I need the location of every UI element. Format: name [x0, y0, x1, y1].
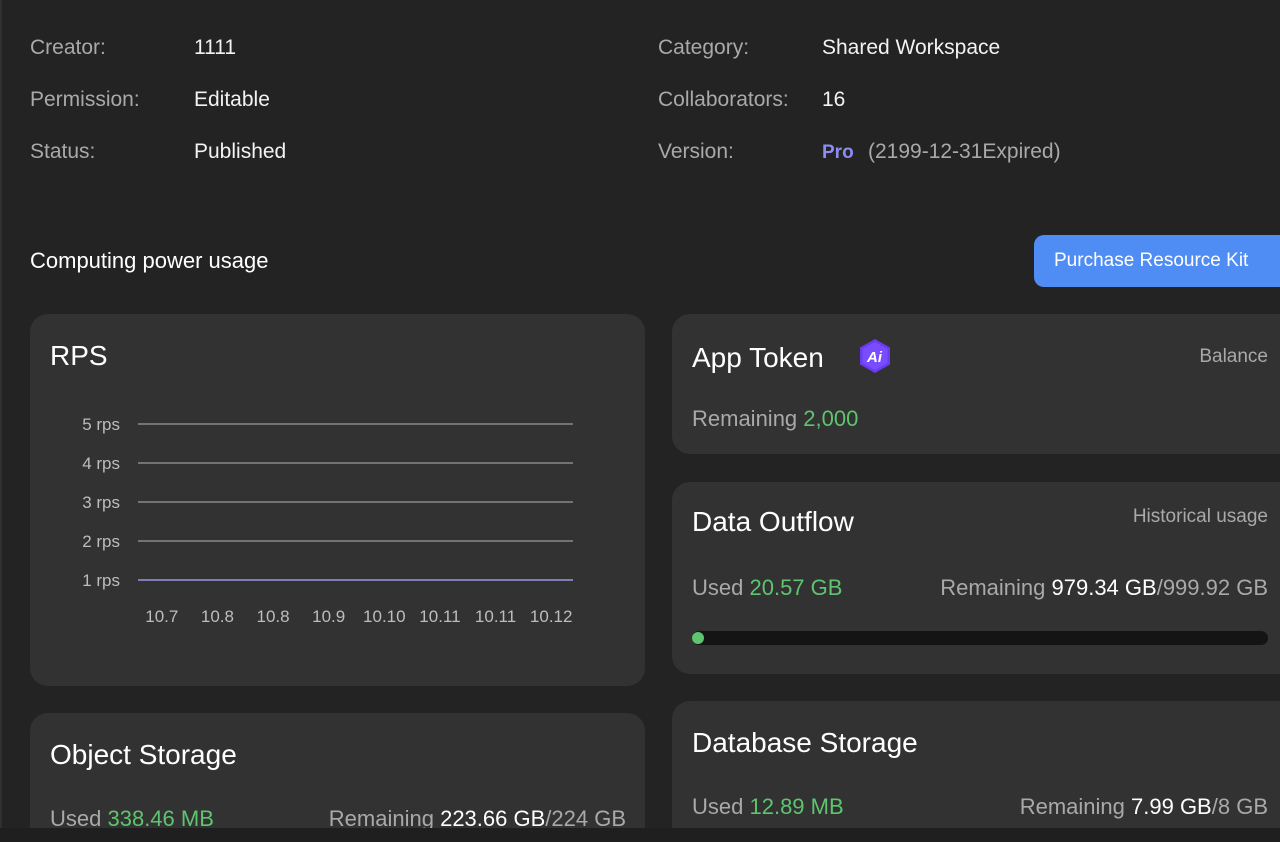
data-outflow-used: Used 20.57 GB: [692, 575, 842, 601]
progress-fill: [692, 632, 704, 644]
collaborators-value: 16: [822, 88, 846, 111]
app-token-title: App Token: [692, 342, 824, 373]
used-label: Used: [692, 794, 744, 819]
y-tick-label: 3 rps: [82, 493, 120, 512]
used-value: 20.57 GB: [749, 575, 843, 600]
data-outflow-card: Data Outflow Historical usage Used 20.57…: [672, 482, 1280, 674]
remaining-value: 7.99 GB: [1131, 794, 1212, 819]
version-expiry: (2199-12-31Expired): [868, 140, 1061, 163]
balance-link[interactable]: Balance: [1199, 346, 1268, 368]
historical-usage-link[interactable]: Historical usage: [1133, 506, 1268, 528]
category-label: Category:: [658, 36, 750, 59]
object-storage-remaining: Remaining 223.66 GB/224 GB: [329, 806, 626, 828]
object-storage-title: Object Storage: [50, 739, 237, 770]
x-tick-label: 10.12: [530, 607, 573, 626]
ai-icon: Ai: [860, 339, 890, 373]
used-value: 12.89 MB: [749, 794, 844, 819]
used-value: 338.46 MB: [107, 806, 214, 828]
creator-value: 1111: [194, 36, 237, 59]
database-storage-card: Database Storage Used 12.89 MB Remaining…: [672, 701, 1280, 828]
total-value: 999.92 GB: [1162, 575, 1268, 600]
total-value: 224 GB: [551, 806, 626, 828]
remaining-value: 223.66 GB: [440, 806, 546, 828]
x-tick-label: 10.11: [475, 607, 516, 626]
y-tick-label: 2 rps: [82, 532, 120, 551]
workspace-details-panel: Creator: 1111 Permission: Editable Statu…: [0, 0, 1280, 828]
version-label: Version:: [658, 140, 734, 163]
collaborators-label: Collaborators:: [658, 88, 789, 111]
app-token-card: App Token Balance Remaining 2,000: [672, 314, 1280, 454]
remaining-value: 979.34 GB: [1051, 575, 1157, 600]
bottom-edge: [0, 828, 1280, 842]
status-value: Published: [194, 140, 287, 163]
computing-power-usage-title: Computing power usage: [30, 248, 269, 273]
x-tick-label: 10.8: [201, 607, 234, 626]
database-storage-used: Used 12.89 MB: [692, 794, 844, 820]
y-tick-label: 4 rps: [82, 454, 120, 473]
data-outflow-remaining: Remaining 979.34 GB/999.92 GB: [940, 575, 1268, 601]
status-label: Status:: [30, 140, 96, 163]
data-outflow-progress-bar: [692, 631, 1268, 645]
remaining-label: Remaining: [692, 406, 798, 431]
category-value: Shared Workspace: [822, 36, 1001, 59]
y-tick-label: 1 rps: [82, 571, 120, 590]
rps-chart: 1 rps 2 rps 3 rps 4 rps 5 rps 10.7 10.8 10.8 10.…: [82, 415, 573, 626]
permission-label: Permission:: [30, 88, 140, 111]
x-tick-label: 10.7: [145, 607, 178, 626]
pro-badge: Pro: [822, 142, 854, 163]
permission-value: Editable: [194, 88, 270, 111]
database-storage-title: Database Storage: [692, 727, 918, 758]
y-tick-label: 5 rps: [82, 415, 120, 434]
app-token-remaining: Remaining 2,000: [692, 406, 858, 432]
used-label: Used: [692, 575, 744, 600]
svg-text:Ai: Ai: [866, 349, 883, 366]
rps-card: RPS 1 rps 2 rps 3 rps 4 rps 5 rps 10.7 10.8 10.…: [30, 314, 645, 686]
x-tick-label: 10.10: [363, 607, 406, 626]
object-storage-card: Object Storage Used 338.46 MB Remaining …: [30, 713, 645, 828]
remaining-label: Remaining: [940, 575, 1046, 600]
database-storage-remaining: Remaining 7.99 GB/8 GB: [1020, 794, 1268, 820]
remaining-label: Remaining: [328, 806, 434, 828]
remaining-label: Remaining: [1019, 794, 1125, 819]
x-tick-label: 10.11: [419, 607, 460, 626]
used-label: Used: [50, 806, 102, 828]
total-value: 8 GB: [1217, 794, 1268, 819]
x-tick-label: 10.8: [257, 607, 290, 626]
x-tick-label: 10.9: [312, 607, 345, 626]
purchase-resource-kit-button[interactable]: Purchase Resource Kit: [1034, 235, 1280, 287]
creator-label: Creator:: [30, 36, 106, 59]
object-storage-used: Used 338.46 MB: [50, 806, 214, 828]
data-outflow-title: Data Outflow: [692, 506, 854, 537]
remaining-value: 2,000: [803, 406, 859, 431]
